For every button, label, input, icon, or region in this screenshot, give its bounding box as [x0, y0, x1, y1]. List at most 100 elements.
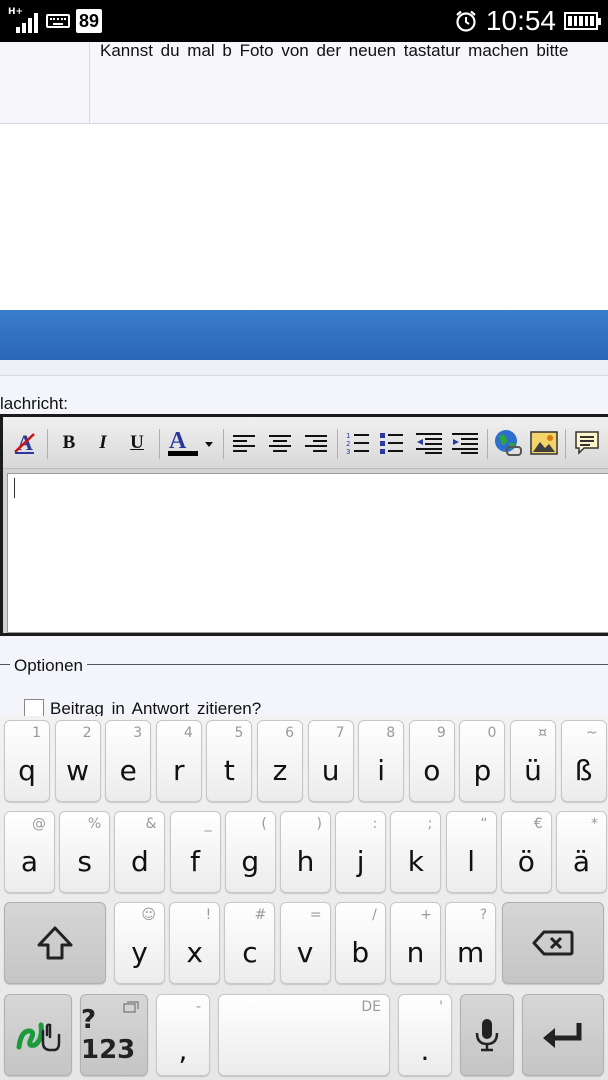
key-label: ß — [574, 754, 593, 787]
key-hint: ) — [316, 816, 322, 832]
key-hint: € — [533, 816, 543, 832]
comma-key-hint: - — [195, 999, 201, 1015]
key-hint: 2 — [82, 725, 92, 741]
font-color-button[interactable]: A — [167, 428, 215, 456]
svg-text:2: 2 — [346, 440, 350, 448]
insert-image-icon[interactable] — [529, 431, 559, 455]
key-q[interactable]: 1q — [4, 720, 50, 802]
key-e[interactable]: 3e — [105, 720, 152, 802]
key-a[interactable]: @ a — [4, 811, 55, 893]
key-hint: ¤ — [538, 725, 547, 741]
key-j[interactable]: :j — [335, 811, 387, 893]
insert-link-icon[interactable] — [493, 430, 523, 456]
key-r[interactable]: 4r — [155, 720, 202, 802]
key-label: q — [18, 754, 36, 787]
key-n[interactable]: + n — [390, 902, 441, 984]
post-row: Kannst du mal b Foto von der neuen tasta… — [0, 41, 608, 124]
key-w[interactable]: 2w — [54, 720, 101, 802]
post-body-area — [0, 124, 608, 310]
soft-keyboard: ?123 - , DE ' . 1 q 2 w 3 e 4 r 5 t 6 z 7 u 8 i 9 o 0 p ¤ ü ~ ß… — [0, 716, 608, 1080]
status-right: 10:54 — [454, 4, 601, 38]
italic-button[interactable]: I — [91, 431, 115, 455]
key-label: j — [356, 845, 365, 878]
key-label: n — [406, 936, 425, 969]
key-label: p — [473, 754, 492, 787]
key-label: r — [173, 754, 185, 787]
comma-key[interactable]: - , — [156, 994, 210, 1076]
post-author-column — [0, 42, 90, 124]
microphone-key[interactable] — [460, 994, 514, 1076]
key-hint: “ — [480, 816, 488, 832]
bold-button[interactable]: B — [57, 431, 81, 455]
key-o[interactable]: 9o — [408, 720, 455, 802]
key-ö[interactable]: € ö — [500, 811, 552, 893]
remove-format-icon[interactable]: A — [11, 431, 39, 455]
key-label: c — [242, 936, 258, 969]
key-l[interactable]: “l — [445, 811, 497, 893]
underline-button[interactable]: U — [125, 431, 149, 455]
key-hint: ; — [427, 816, 433, 832]
status-bar: H+ 89 10:54 — [0, 0, 608, 42]
screen: H+ 89 10:54 Kannst du mal b Foto von der — [0, 0, 608, 1080]
key-ü[interactable]: ¤ ü — [510, 720, 556, 802]
align-center-icon[interactable] — [267, 431, 293, 455]
bullet-list-icon[interactable] — [379, 431, 405, 455]
key-p[interactable]: 0p — [459, 720, 506, 802]
text-cursor — [14, 478, 15, 498]
shift-key[interactable] — [4, 902, 106, 984]
key-label: o — [423, 754, 441, 787]
message-textarea[interactable] — [7, 473, 608, 633]
key-label: e — [119, 754, 137, 787]
backspace-key[interactable] — [502, 902, 604, 984]
key-label: a — [20, 845, 39, 878]
key-hint: @ — [32, 816, 46, 832]
key-t[interactable]: 5t — [206, 720, 253, 802]
key-label: m — [457, 936, 485, 969]
key-m[interactable]: ? m — [445, 902, 497, 984]
numbered-list-icon[interactable]: 123 — [345, 431, 371, 455]
key-y[interactable]: ☺ y — [114, 902, 165, 984]
key-hint: ! — [205, 907, 212, 923]
key-hint: ☺ — [141, 907, 156, 923]
key-d[interactable]: & d — [114, 811, 166, 893]
key-s[interactable]: % s — [59, 811, 111, 893]
key-ä[interactable]: * ä — [556, 811, 607, 893]
keyboard-notification-icon — [46, 14, 70, 28]
key-k[interactable]: ; k — [390, 811, 442, 893]
key-hint: ~ — [585, 725, 598, 741]
key-x[interactable]: ! x — [169, 902, 221, 984]
key-label: b — [351, 936, 370, 969]
key-i[interactable]: 8i — [358, 720, 405, 802]
align-left-icon[interactable] — [231, 431, 257, 455]
key-hint: 8 — [386, 725, 396, 741]
key-h[interactable]: ) h — [280, 811, 331, 893]
editor-toolbar: A B I U A — [3, 417, 608, 469]
battery-icon — [564, 12, 601, 30]
space-key[interactable]: DE — [218, 994, 390, 1076]
notification-badge: 89 — [76, 9, 103, 33]
swype-key[interactable] — [4, 994, 72, 1076]
key-f[interactable]: _ f — [169, 811, 221, 893]
key-u[interactable]: 7u — [307, 720, 354, 802]
indent-icon[interactable] — [451, 431, 479, 455]
enter-key[interactable] — [522, 994, 604, 1076]
key-label: y — [131, 936, 148, 969]
key-z[interactable]: 6z — [257, 720, 303, 802]
key-label: w — [66, 754, 90, 787]
quote-icon[interactable] — [573, 431, 601, 455]
period-key[interactable]: ' . — [398, 994, 452, 1076]
key-label: ü — [524, 754, 542, 787]
key-g[interactable]: (g — [224, 811, 276, 893]
key-label: l — [467, 845, 475, 878]
key-b[interactable]: / b — [334, 902, 386, 984]
key-label: x — [186, 936, 203, 969]
align-right-icon[interactable] — [303, 431, 329, 455]
key-label: v — [296, 936, 314, 969]
outdent-icon[interactable] — [415, 431, 443, 455]
symbols-key[interactable]: ?123 — [80, 994, 148, 1076]
key-v[interactable]: = v — [279, 902, 331, 984]
key-c[interactable]: # c — [224, 902, 276, 984]
key-ß[interactable]: ~ ß — [560, 720, 607, 802]
comma-key-label: , — [178, 1034, 188, 1067]
reply-header-bar — [0, 310, 608, 360]
